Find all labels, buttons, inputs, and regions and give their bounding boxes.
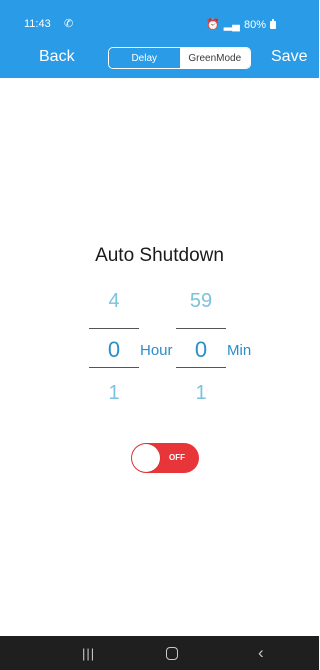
toggle-state-label: OFF <box>169 453 185 462</box>
battery-percent: 80% <box>243 18 266 31</box>
hour-current-value[interactable]: 0 <box>89 337 139 363</box>
alarm-icon: ⏰ <box>206 19 220 31</box>
hour-divider-bottom <box>89 367 139 368</box>
status-time: 11:43 <box>24 18 51 30</box>
recent-apps-button[interactable]: ||| <box>82 646 95 661</box>
hour-prev-value[interactable]: 4 <box>89 290 139 313</box>
home-button[interactable] <box>166 647 178 660</box>
minute-divider-bottom <box>176 367 226 368</box>
minute-current-value[interactable]: 0 <box>176 337 226 363</box>
hour-next-value[interactable]: 1 <box>89 382 139 405</box>
tab-delay[interactable]: Delay <box>109 48 180 68</box>
hour-divider-top <box>89 328 139 329</box>
back-button[interactable]: Back <box>39 48 75 66</box>
wifi-signal-icon: ▂▄ <box>223 19 240 31</box>
save-button[interactable]: Save <box>271 48 307 66</box>
status-indicators: ⏰ ▂▄ 80% <box>206 18 276 31</box>
minute-prev-value[interactable]: 59 <box>176 290 226 313</box>
system-back-button[interactable]: ‹ <box>258 643 264 663</box>
auto-shutdown-toggle[interactable]: OFF <box>131 443 199 473</box>
page-title: Auto Shutdown <box>95 245 224 266</box>
status-bar: 11:43 ✆ ⏰ ▂▄ 80% <box>0 0 319 36</box>
toggle-knob <box>132 444 160 472</box>
minute-divider-top <box>176 328 226 329</box>
system-nav-bar: ||| ‹ <box>0 636 319 670</box>
hour-unit-label: Hour <box>140 342 173 359</box>
minute-unit-label: Min <box>227 342 252 359</box>
tab-greenmode[interactable]: GreenMode <box>179 48 250 68</box>
minute-next-value[interactable]: 1 <box>176 382 226 405</box>
battery-icon <box>270 18 276 29</box>
phone-icon: ✆ <box>64 18 74 30</box>
mode-segmented-control: Delay GreenMode <box>108 47 251 69</box>
